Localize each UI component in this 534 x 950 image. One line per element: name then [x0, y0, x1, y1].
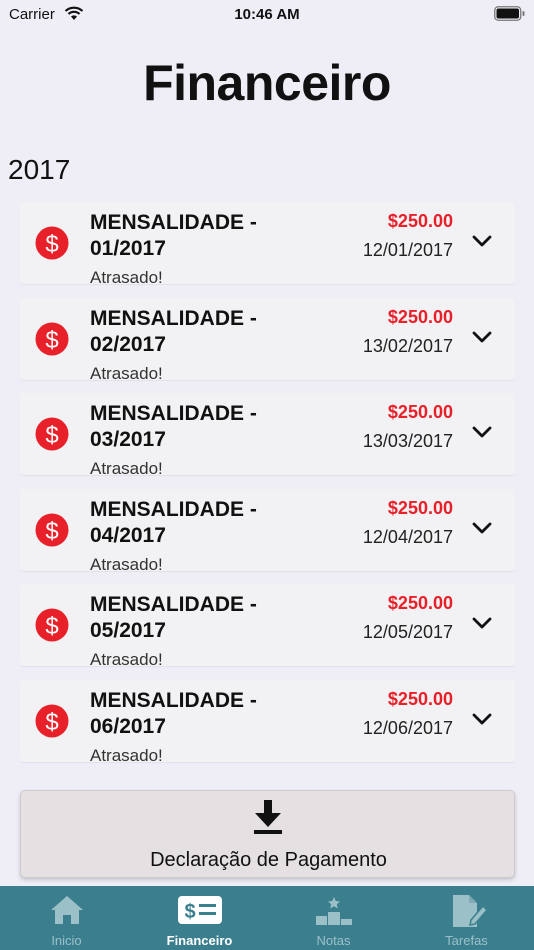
payment-date: 12/04/2017 — [362, 527, 453, 547]
chevron-down-icon[interactable] — [472, 616, 492, 630]
chevron-down-icon[interactable] — [472, 425, 492, 439]
payment-card[interactable]: $ MENSALIDADE - 03/2017 $250.00 13/03/2017 A… — [20, 393, 515, 475]
payment-card[interactable]: $ MENSALIDADE - 05/2017 $250.00 12/05/2017 A… — [20, 584, 515, 666]
payment-status: Atrasado! — [90, 555, 163, 571]
payment-card[interactable]: $ MENSALIDADE - 02/2017 $250.00 13/02/2017 A… — [20, 298, 515, 380]
payment-amount: $250.00 — [387, 689, 453, 709]
download-icon — [254, 800, 282, 834]
payment-title: MENSALIDADE - 02/2017 — [90, 307, 257, 356]
dollar-icon: $ — [35, 226, 69, 260]
chevron-down-icon[interactable] — [472, 330, 492, 344]
svg-text:$: $ — [45, 709, 58, 736]
dollar-icon: $ — [35, 513, 69, 547]
payment-status: Atrasado! — [90, 650, 163, 666]
svg-text:$: $ — [45, 613, 58, 640]
payment-status: Atrasado! — [90, 746, 163, 762]
payment-card[interactable]: $ MENSALIDADE - 01/2017 $250.00 12/01/2017 A… — [20, 202, 515, 284]
chevron-down-icon[interactable] — [472, 521, 492, 535]
svg-text:$: $ — [45, 231, 58, 258]
dollar-icon: $ — [35, 704, 69, 738]
battery-icon — [494, 6, 525, 21]
declaration-button[interactable]: Declaração de Pagamento — [20, 790, 515, 878]
payment-date: 13/03/2017 — [362, 431, 453, 451]
status-bar: Carrier 10:46 AM — [0, 0, 534, 28]
dollar-icon: $ — [35, 322, 69, 356]
payment-amount: $250.00 — [387, 211, 453, 231]
payment-title: MENSALIDADE - 05/2017 — [90, 593, 257, 642]
payment-title: MENSALIDADE - 03/2017 — [90, 402, 257, 451]
status-time: 10:46 AM — [234, 6, 300, 23]
payment-date: 12/01/2017 — [362, 240, 453, 260]
tab-label: Tarefas — [445, 933, 488, 948]
money-icon: $ — [177, 896, 222, 924]
page-title: Financeiro — [143, 55, 391, 111]
svg-text:$: $ — [45, 422, 58, 449]
home-icon — [50, 896, 83, 924]
payment-title: MENSALIDADE - 04/2017 — [90, 498, 257, 547]
payment-status: Atrasado! — [90, 364, 163, 380]
payment-amount: $250.00 — [387, 593, 453, 613]
year-header: 2017 — [8, 154, 71, 185]
payment-status: Atrasado! — [90, 268, 163, 284]
svg-text:$: $ — [45, 327, 58, 354]
tab-label: Notas — [316, 933, 351, 948]
payment-date: 13/02/2017 — [362, 336, 453, 356]
payment-amount: $250.00 — [387, 402, 453, 422]
tab-inicio[interactable]: Inicio — [0, 886, 133, 950]
payment-status: Atrasado! — [90, 459, 163, 475]
chevron-down-icon[interactable] — [472, 712, 492, 726]
payment-card[interactable]: $ MENSALIDADE - 04/2017 $250.00 12/04/2017 A… — [20, 489, 515, 571]
payment-card[interactable]: $ MENSALIDADE - 06/2017 $250.00 12/06/2017 A… — [20, 680, 515, 762]
svg-text:$: $ — [45, 518, 58, 545]
tab-financeiro[interactable]: $ Financeiro — [133, 886, 266, 950]
edit-document-icon — [452, 895, 487, 927]
declaration-label: Declaração de Pagamento — [150, 849, 387, 871]
svg-text:$: $ — [184, 901, 195, 923]
tab-tarefas[interactable]: Tarefas — [400, 886, 533, 950]
tab-bar: Inicio $ Financeiro Notas Tarefas — [0, 886, 534, 950]
tab-label: Financeiro — [166, 933, 233, 948]
tab-label: Inicio — [51, 933, 82, 948]
payment-title: MENSALIDADE - 06/2017 — [90, 689, 257, 738]
chevron-down-icon[interactable] — [472, 234, 492, 248]
payment-date: 12/06/2017 — [362, 718, 453, 738]
podium-icon — [315, 897, 352, 925]
payment-amount: $250.00 — [387, 307, 453, 327]
tab-notas[interactable]: Notas — [267, 886, 400, 950]
dollar-icon: $ — [35, 417, 69, 451]
payment-amount: $250.00 — [387, 498, 453, 518]
payment-date: 12/05/2017 — [362, 622, 453, 642]
dollar-icon: $ — [35, 608, 69, 642]
payment-title: MENSALIDADE - 01/2017 — [90, 211, 257, 260]
